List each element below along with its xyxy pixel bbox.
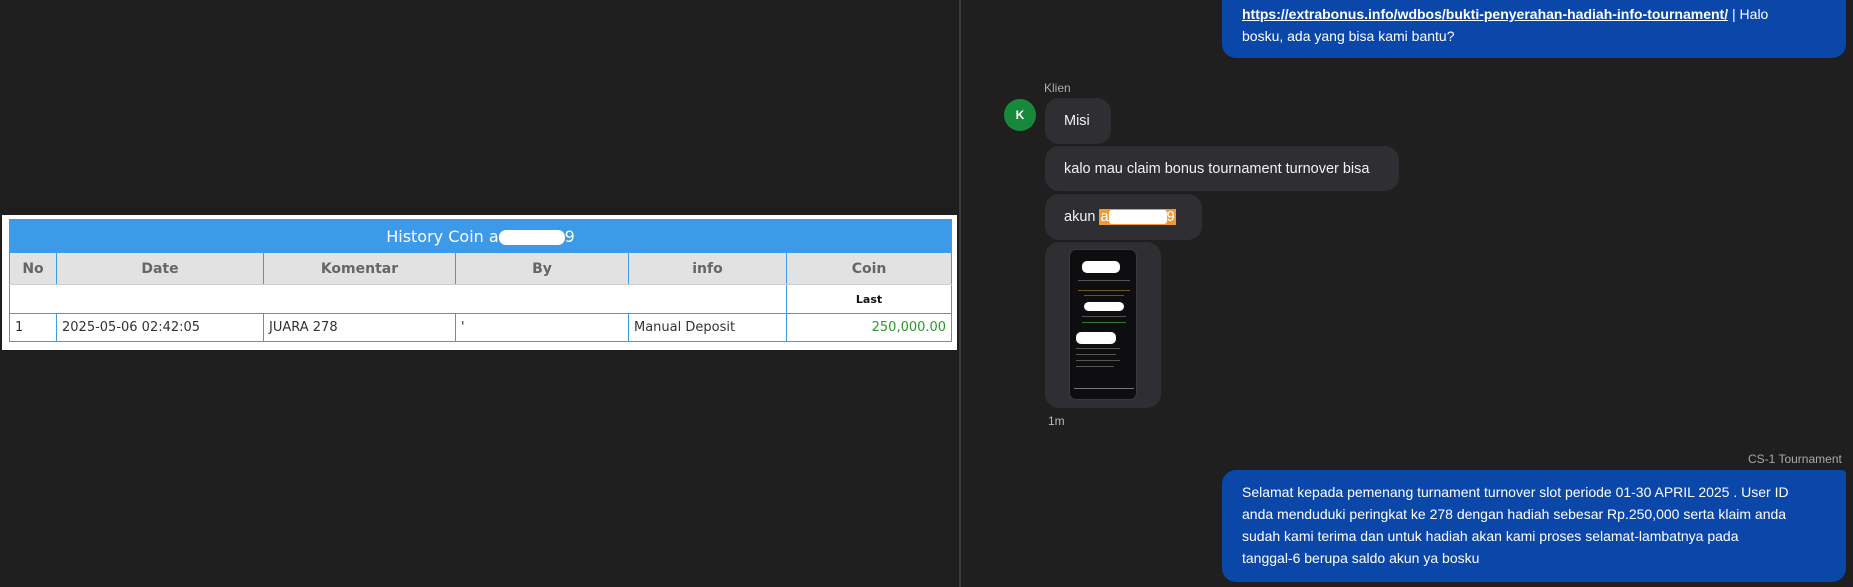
column-header-komentar: Komentar: [263, 252, 456, 285]
client-avatar: K: [1004, 99, 1036, 131]
redacted-username: [498, 229, 565, 245]
highlighted-account: a9: [1099, 209, 1176, 225]
attached-screenshot-thumbnail[interactable]: [1069, 249, 1137, 400]
cell-coin: 250,000.00: [785, 313, 953, 342]
sub-header-row: Last: [9, 284, 953, 314]
client-message-bubble: Misi: [1045, 98, 1111, 144]
coin-history-title: History Coin a9: [8, 219, 953, 253]
coin-history-table: History Coin a9 No Date Komentar By info…: [8, 219, 953, 342]
agent-sender-label: CS-1 Tournament: [1748, 452, 1842, 466]
agent-greeting-bubble: https://extrabonus.info/wdbos/bukti-peny…: [1222, 0, 1846, 58]
coin-history-panel: History Coin a9 No Date Komentar By info…: [2, 215, 957, 350]
cell-date: 2025-05-06 02:42:05: [56, 313, 264, 342]
column-header-date: Date: [56, 252, 264, 285]
left-panel: History Coin a9 No Date Komentar By info…: [0, 0, 959, 587]
client-message-bubble: kalo mau claim bonus tournament turnover…: [1045, 146, 1399, 191]
client-sender-label: Klien: [1044, 81, 1071, 95]
column-header-by: By: [455, 252, 629, 285]
column-header-coin: Coin: [785, 252, 953, 285]
column-header-info: info: [628, 252, 787, 285]
cell-komentar: JUARA 278: [263, 313, 456, 342]
cell-by: ': [455, 313, 629, 342]
client-account-bubble: akun a9: [1045, 194, 1202, 240]
column-header-no: No: [9, 252, 57, 285]
table-row: 1 2025-05-06 02:42:05 JUARA 278 ' Manual…: [9, 313, 953, 342]
cell-no: 1: [9, 313, 57, 342]
cell-info: Manual Deposit: [628, 313, 787, 342]
redacted-username: [1108, 210, 1167, 225]
tournament-link[interactable]: https://extrabonus.info/wdbos/bukti-peny…: [1242, 6, 1728, 22]
message-timestamp: 1m: [1048, 414, 1065, 428]
agent-reply-bubble: Selamat kepada pemenang turnament turnov…: [1222, 470, 1846, 582]
table-header-row: No Date Komentar By info Coin: [9, 252, 953, 285]
sub-header-last: Last: [785, 284, 953, 314]
